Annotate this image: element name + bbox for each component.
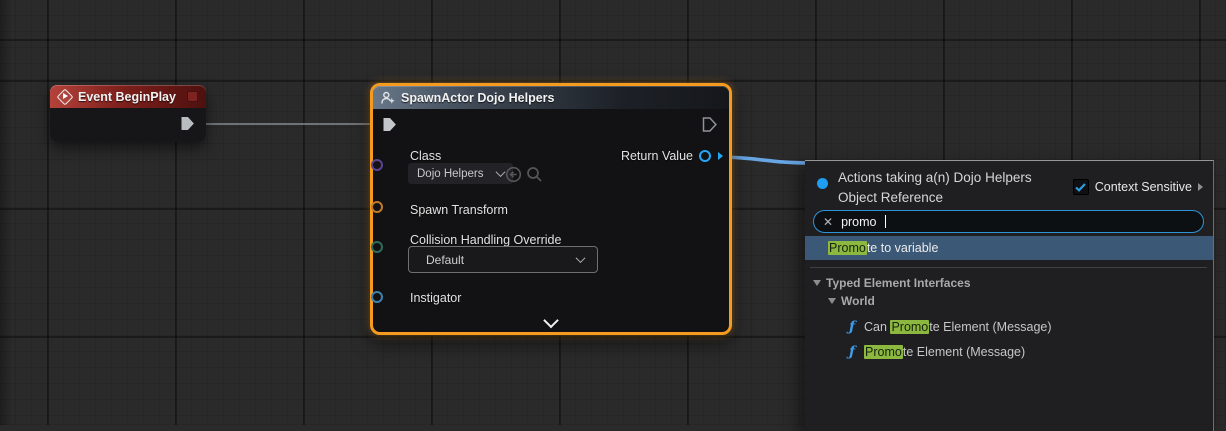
browse-asset-icon[interactable] (526, 166, 543, 183)
class-pin-label: Class (410, 149, 441, 163)
context-sensitive-control[interactable]: Context Sensitive (1073, 179, 1203, 195)
return-value-label: Return Value (621, 149, 693, 163)
class-pin[interactable] (371, 159, 383, 171)
exec-input-pin[interactable] (382, 117, 397, 132)
instigator-pin[interactable] (371, 291, 383, 303)
function-icon: ƒ (849, 345, 855, 359)
collapse-triangle-icon[interactable] (813, 280, 821, 286)
spawnactor-node-header[interactable]: SpawnActor Dojo Helpers (373, 86, 729, 109)
text-caret (885, 215, 887, 228)
spawn-actor-icon (381, 91, 395, 105)
action-item-rest: te to variable (867, 241, 939, 255)
clear-search-icon[interactable]: ✕ (823, 216, 833, 228)
exec-then-pin[interactable] (702, 117, 717, 132)
return-value-pin-arrow (718, 152, 723, 160)
tree-item-promote-element[interactable]: ƒ Promote Element (Message) (805, 339, 1213, 364)
expander-arrow-icon[interactable] (1198, 183, 1203, 191)
spawnactor-node-title: SpawnActor Dojo Helpers (401, 91, 555, 105)
spawn-transform-label: Spawn Transform (410, 203, 508, 217)
event-node-title: Event BeginPlay (78, 90, 176, 104)
tree-group-label: World (841, 294, 875, 308)
collision-handling-label: Collision Handling Override (410, 233, 561, 247)
node-spawnactor[interactable]: SpawnActor Dojo Helpers Class Dojo Helpe… (370, 83, 732, 335)
item-suffix: te Element (Message) (903, 345, 1025, 359)
action-search-input[interactable]: ✕ promo (813, 210, 1204, 233)
return-value-row[interactable]: Return Value (621, 149, 723, 163)
action-item-promote-to-variable[interactable]: Promote to variable (805, 236, 1213, 260)
item-prefix: Can (864, 320, 890, 334)
action-tree: Typed Element Interfaces World ƒ Can Pro… (805, 274, 1213, 364)
context-sensitive-checkbox[interactable] (1073, 179, 1089, 195)
context-pin-dot-icon (817, 178, 828, 189)
class-dropdown[interactable]: Dojo Helpers (408, 163, 513, 184)
action-menu-title-line2: Object Reference (838, 188, 1032, 208)
menu-separator (810, 267, 1207, 268)
tree-item-can-promote-element[interactable]: ƒ Can Promote Element (Message) (805, 314, 1213, 339)
node-event-beginplay[interactable]: Event BeginPlay (50, 85, 206, 142)
search-match-highlight: Promo (828, 241, 867, 255)
function-icon: ƒ (849, 320, 855, 334)
context-sensitive-label: Context Sensitive (1095, 180, 1192, 194)
exec-output-pin[interactable] (180, 116, 195, 131)
blueprint-action-menu: Actions taking a(n) Dojo Helpers Object … (805, 160, 1214, 431)
spawn-transform-pin[interactable] (371, 201, 383, 213)
tree-category-typed-element-interfaces[interactable]: Typed Element Interfaces (805, 274, 1213, 292)
action-menu-title-line1: Actions taking a(n) Dojo Helpers (838, 168, 1032, 188)
action-menu-title: Actions taking a(n) Dojo Helpers Object … (838, 168, 1032, 207)
event-node-badge (187, 91, 198, 102)
search-value: promo (841, 215, 876, 229)
collision-dropdown-value: Default (426, 253, 464, 267)
search-match-highlight: Promo (864, 345, 903, 359)
tree-category-label: Typed Element Interfaces (826, 276, 971, 290)
tree-group-world[interactable]: World (805, 292, 1213, 310)
instigator-label: Instigator (410, 291, 461, 305)
chevron-down-icon (576, 253, 586, 263)
event-icon (58, 90, 72, 104)
node-expand-chevron-icon[interactable] (543, 313, 559, 329)
event-node-header[interactable]: Event BeginPlay (50, 85, 206, 108)
search-match-highlight: Promo (890, 320, 929, 334)
collision-handling-dropdown[interactable]: Default (408, 246, 598, 273)
use-selected-asset-icon[interactable] (505, 166, 522, 183)
check-icon (1075, 183, 1086, 192)
class-dropdown-value: Dojo Helpers (417, 168, 483, 180)
collision-handling-pin[interactable] (371, 241, 383, 253)
collapse-triangle-icon[interactable] (828, 298, 836, 304)
item-suffix: te Element (Message) (929, 320, 1051, 334)
return-value-pin[interactable] (699, 150, 711, 162)
